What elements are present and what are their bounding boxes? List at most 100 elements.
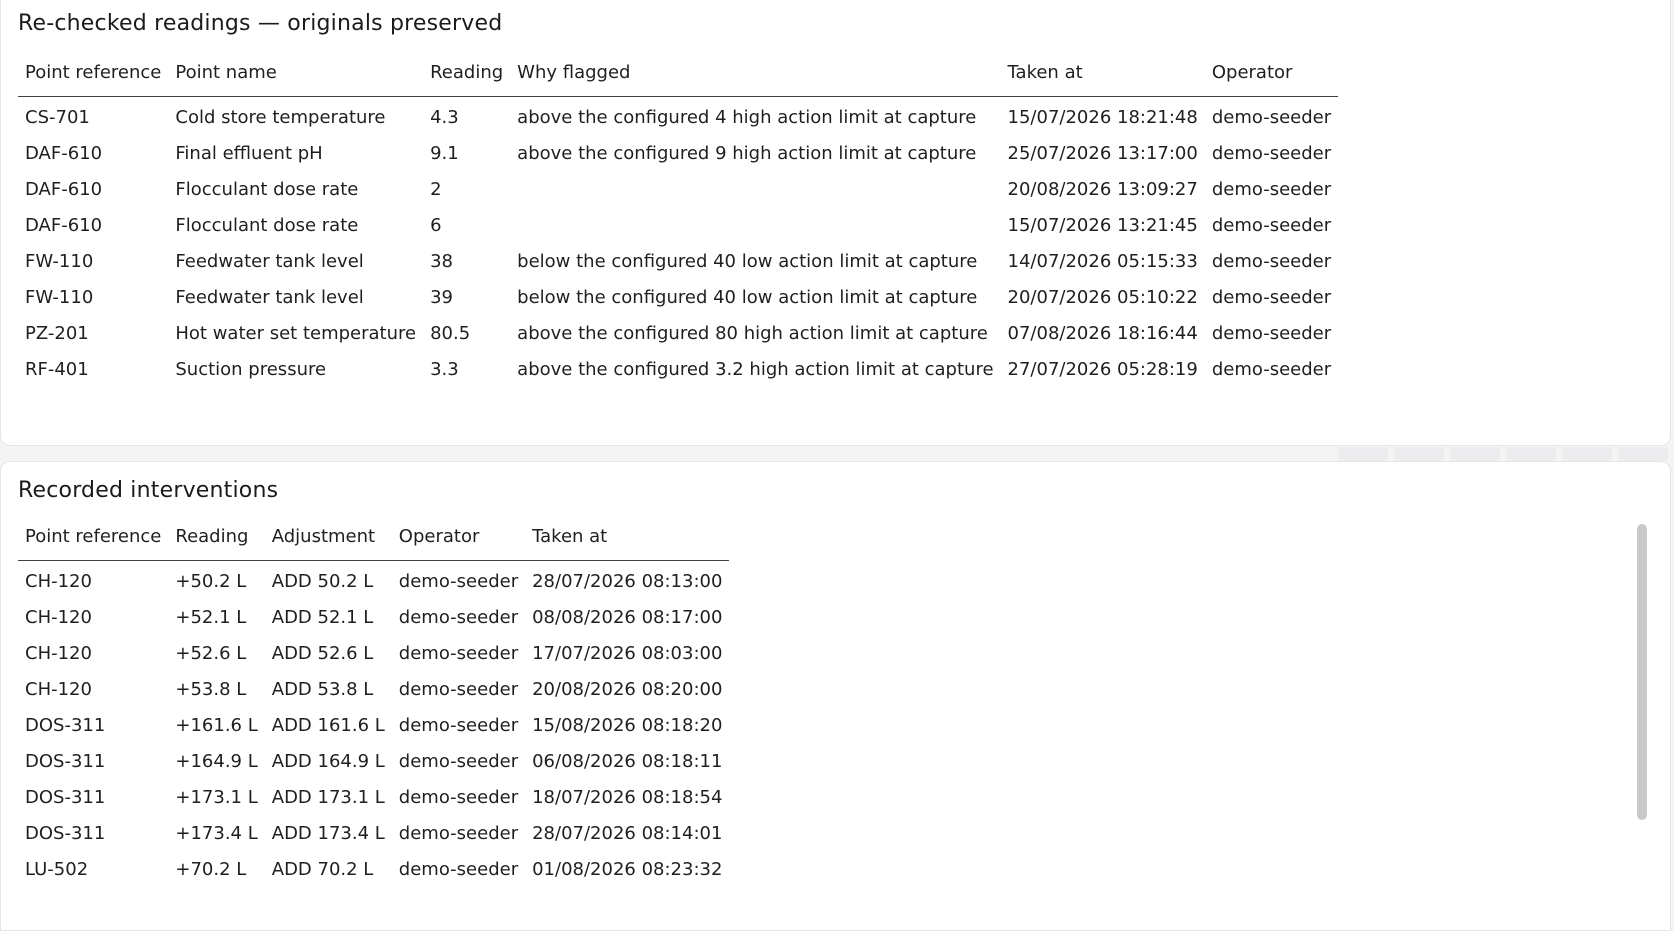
- table-body: CS-701 Cold store temperature 4.3 above the…: [18, 97, 1338, 388]
- table-cell: 20/08/2026 13:09:27: [1007, 178, 1198, 200]
- table-cell: demo-seeder: [398, 642, 519, 664]
- table-cell: Final effluent pH: [175, 142, 323, 164]
- table-cell: 17/07/2026 08:03:00: [532, 642, 723, 664]
- table-row[interactable]: DOS-311 +173.4 L ADD 173.4 L demo-seeder 28/…: [18, 815, 729, 851]
- table-row[interactable]: RF-401 Suction pressure 3.3 above the confi…: [18, 351, 1338, 387]
- table-cell: Flocculant dose rate: [175, 178, 359, 200]
- table-cell: demo-seeder: [1211, 142, 1332, 164]
- table-cell: RF-401: [25, 358, 89, 380]
- table-cell: CH-120: [25, 570, 92, 592]
- column-header[interactable]: Point name: [168, 49, 424, 97]
- table-cell: Feedwater tank level: [175, 250, 364, 272]
- table-cell: above the configured 3.2 high action lim…: [517, 358, 994, 380]
- table-cell: ADD 53.8 L: [271, 678, 374, 700]
- table-row[interactable]: LU-502 +70.2 L ADD 70.2 L demo-seeder 01/08/…: [18, 851, 729, 887]
- table-cell: 27/07/2026 05:28:19: [1007, 358, 1198, 380]
- divider-tab: [1562, 447, 1612, 461]
- table-row[interactable]: DOS-311 +164.9 L ADD 164.9 L demo-seeder 06/…: [18, 743, 729, 779]
- table-cell: 28/07/2026 08:14:01: [532, 822, 723, 844]
- column-header[interactable]: Operator: [1204, 49, 1339, 97]
- table-cell: demo-seeder: [398, 678, 519, 700]
- table-cell: +50.2 L: [175, 570, 247, 592]
- table-cell: 4.3: [430, 106, 459, 128]
- table-row[interactable]: PZ-201 Hot water set temperature 80.5 above…: [18, 315, 1338, 351]
- table-cell: demo-seeder: [1211, 286, 1332, 308]
- table-row[interactable]: CH-120 +52.6 L ADD 52.6 L demo-seeder 17/07/…: [18, 635, 729, 671]
- table-cell: 20/08/2026 08:20:00: [532, 678, 723, 700]
- table-cell: demo-seeder: [398, 750, 519, 772]
- column-header[interactable]: Operator: [391, 513, 526, 561]
- column-header[interactable]: Why flagged: [510, 49, 1001, 97]
- table-cell: Suction pressure: [175, 358, 327, 380]
- table-cell: below the configured 40 low action limit…: [517, 286, 978, 308]
- table-row[interactable]: DAF-610 Flocculant dose rate 6 15/07/2026 1…: [18, 207, 1338, 243]
- table-cell: CH-120: [25, 678, 92, 700]
- table-cell: [510, 171, 1000, 207]
- column-header[interactable]: Point reference: [18, 49, 169, 97]
- table-row[interactable]: DOS-311 +161.6 L ADD 161.6 L demo-seeder 15/…: [18, 707, 729, 743]
- table-cell: +53.8 L: [175, 678, 247, 700]
- rechecked-readings-table: Point reference Point name Reading Why flag…: [18, 49, 1339, 388]
- column-header[interactable]: Reading: [423, 49, 511, 97]
- table-cell: demo-seeder: [1211, 322, 1332, 344]
- column-header[interactable]: Point reference: [18, 513, 169, 561]
- table-row[interactable]: DAF-610 Final effluent pH 9.1 above the con…: [18, 135, 1338, 171]
- divider-tab: [1618, 447, 1668, 461]
- table-row[interactable]: CH-120 +52.1 L ADD 52.1 L demo-seeder 08/08/…: [18, 599, 729, 635]
- table-cell: 06/08/2026 08:18:11: [532, 750, 723, 772]
- table-cell: demo-seeder: [398, 822, 519, 844]
- rechecked-readings-title: Re-checked readings — originals preserve…: [18, 11, 503, 36]
- recorded-interventions-panel: Recorded interventions Point reference Re…: [0, 461, 1671, 931]
- table-cell: ADD 52.1 L: [271, 606, 374, 628]
- table-cell: 9.1: [430, 142, 459, 164]
- table-cell: demo-seeder: [398, 858, 519, 880]
- table-cell: +164.9 L: [175, 750, 258, 772]
- table-cell: 01/08/2026 08:23:32: [532, 858, 723, 880]
- table-cell: 08/08/2026 08:17:00: [532, 606, 723, 628]
- table-cell: above the configured 4 high action limit…: [517, 106, 977, 128]
- table-cell: 80.5: [430, 322, 471, 344]
- table-cell: ADD 70.2 L: [271, 858, 374, 880]
- table-cell: demo-seeder: [1211, 106, 1332, 128]
- table-cell: 07/08/2026 18:16:44: [1007, 322, 1198, 344]
- table-cell: 15/07/2026 13:21:45: [1007, 214, 1198, 236]
- table-row[interactable]: CH-120 +53.8 L ADD 53.8 L demo-seeder 20/08/…: [18, 671, 729, 707]
- table-header-row: Point reference Point name Reading Why flag…: [18, 49, 1339, 97]
- vertical-scrollbar[interactable]: [1637, 524, 1647, 820]
- table-cell: ADD 50.2 L: [271, 570, 374, 592]
- table-row[interactable]: DOS-311 +173.1 L ADD 173.1 L demo-seeder 18/…: [18, 779, 729, 815]
- table-row[interactable]: DAF-610 Flocculant dose rate 2 20/08/2026 1…: [18, 171, 1338, 207]
- table-cell: +161.6 L: [175, 714, 258, 736]
- table-row[interactable]: CH-120 +50.2 L ADD 50.2 L demo-seeder 28/07/…: [18, 561, 729, 600]
- table-cell: ADD 52.6 L: [271, 642, 374, 664]
- divider-tab: [1450, 447, 1500, 461]
- column-header[interactable]: Taken at: [1000, 49, 1205, 97]
- table-cell: demo-seeder: [1211, 178, 1332, 200]
- table-cell: 25/07/2026 13:17:00: [1007, 142, 1198, 164]
- table-cell: demo-seeder: [398, 570, 519, 592]
- recorded-interventions-table: Point reference Reading Adjustment Operator…: [18, 513, 730, 888]
- rechecked-readings-panel: Re-checked readings — originals preserve…: [0, 0, 1671, 446]
- table-cell: demo-seeder: [1211, 214, 1332, 236]
- column-header[interactable]: Reading: [168, 513, 265, 561]
- table-cell: Flocculant dose rate: [175, 214, 359, 236]
- table-cell: demo-seeder: [1211, 358, 1332, 380]
- table-cell: above the configured 9 high action limit…: [517, 142, 977, 164]
- panel-divider-tabs: [1338, 447, 1668, 461]
- table-cell: Cold store temperature: [175, 106, 386, 128]
- table-row[interactable]: FW-110 Feedwater tank level 38 below the co…: [18, 243, 1338, 279]
- table-cell: DOS-311: [25, 822, 106, 844]
- table-cell: 38: [430, 250, 453, 272]
- table-cell: Feedwater tank level: [175, 286, 364, 308]
- table-cell: 14/07/2026 05:15:33: [1007, 250, 1198, 272]
- column-header[interactable]: Taken at: [525, 513, 730, 561]
- table-cell: DAF-610: [25, 214, 103, 236]
- table-row[interactable]: FW-110 Feedwater tank level 39 below the co…: [18, 279, 1338, 315]
- table-cell: 20/07/2026 05:10:22: [1007, 286, 1198, 308]
- table-cell: above the configured 80 high action limi…: [517, 322, 988, 344]
- table-row[interactable]: CS-701 Cold store temperature 4.3 above the…: [18, 97, 1338, 136]
- table-body: CH-120 +50.2 L ADD 50.2 L demo-seeder 28/07/…: [18, 561, 729, 888]
- table-cell: CS-701: [25, 106, 90, 128]
- table-cell: DOS-311: [25, 714, 106, 736]
- column-header[interactable]: Adjustment: [264, 513, 392, 561]
